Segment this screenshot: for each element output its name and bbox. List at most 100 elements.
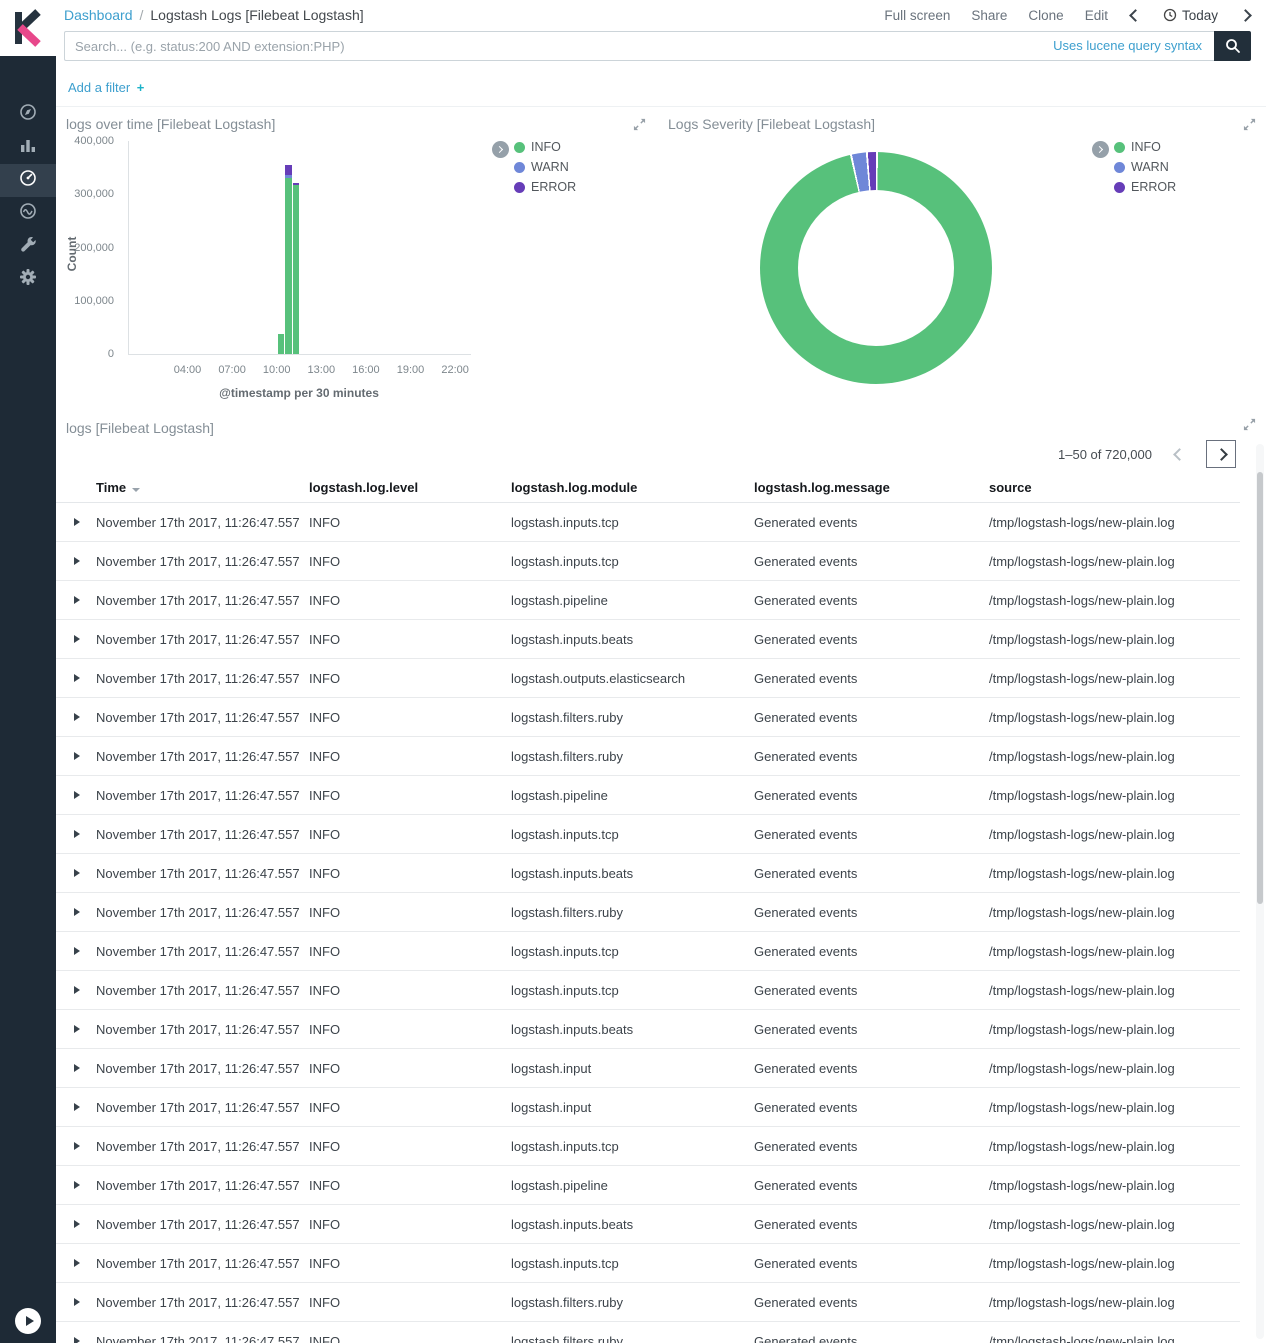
expand-row-button[interactable] <box>56 1025 96 1033</box>
cell-level: INFO <box>309 905 511 920</box>
cell-time: November 17th 2017, 11:26:47.557 <box>96 1295 309 1310</box>
edit-button[interactable]: Edit <box>1085 8 1108 23</box>
expand-row-button[interactable] <box>56 596 96 604</box>
caret-right-icon <box>74 1181 80 1189</box>
bar-segment-info[interactable] <box>293 185 299 354</box>
time-forward-button[interactable] <box>1239 9 1252 22</box>
cell-time: November 17th 2017, 11:26:47.557 <box>96 710 309 725</box>
clone-button[interactable]: Clone <box>1028 8 1063 23</box>
collapse-nav-button[interactable] <box>15 1308 41 1334</box>
viz-row: logs over time [Filebeat Logstash] Count… <box>56 108 1266 406</box>
time-back-button[interactable] <box>1129 9 1142 22</box>
expand-row-button[interactable] <box>56 908 96 916</box>
expand-row-button[interactable] <box>56 1064 96 1072</box>
cell-module: logstash.inputs.tcp <box>511 1139 754 1154</box>
expand-row-button[interactable] <box>56 752 96 760</box>
legend-item-error[interactable]: ERROR <box>514 180 576 194</box>
expand-row-button[interactable] <box>56 713 96 721</box>
log-table-body: November 17th 2017, 11:26:47.557INFOlogs… <box>56 503 1240 1343</box>
gear-icon <box>19 268 37 291</box>
cell-source: /tmp/logstash-logs/new-plain.log <box>989 671 1240 686</box>
expand-row-button[interactable] <box>56 1220 96 1228</box>
expand-row-button[interactable] <box>56 557 96 565</box>
legend-item-info[interactable]: INFO <box>1114 140 1176 154</box>
nav-management[interactable] <box>0 263 56 296</box>
column-header-message[interactable]: logstash.log.message <box>754 480 989 495</box>
expand-panel-icon[interactable] <box>633 118 646 131</box>
nav-dev-tools[interactable] <box>0 230 56 263</box>
expand-row-button[interactable] <box>56 791 96 799</box>
bar-segment-info[interactable] <box>278 334 284 354</box>
expand-row-button[interactable] <box>56 1259 96 1267</box>
bar-segment-info[interactable] <box>285 178 291 354</box>
nav-discover[interactable] <box>0 98 56 131</box>
expand-row-button[interactable] <box>56 1103 96 1111</box>
legend-item-error[interactable]: ERROR <box>1114 180 1176 194</box>
column-header-source[interactable]: source <box>989 480 1240 495</box>
kibana-logo-icon <box>0 0 56 56</box>
nav-visualize[interactable] <box>0 131 56 164</box>
cell-time: November 17th 2017, 11:26:47.557 <box>96 905 309 920</box>
caret-right-icon <box>74 1103 80 1111</box>
content-divider <box>56 106 1266 107</box>
legend-toggle-button[interactable] <box>492 141 509 158</box>
nav-timelion[interactable] <box>0 197 56 230</box>
expand-row-button[interactable] <box>56 1337 96 1343</box>
legend-toggle-button[interactable] <box>1092 141 1109 158</box>
expand-row-button[interactable] <box>56 869 96 877</box>
x-tick-label: 13:00 <box>308 364 336 376</box>
bar-segment-warn[interactable] <box>285 175 291 178</box>
search-icon <box>1225 38 1241 54</box>
y-tick-label: 300,000 <box>74 188 114 200</box>
legend-item-warn[interactable]: WARN <box>514 160 576 174</box>
expand-panel-icon[interactable] <box>1243 418 1256 431</box>
cell-time: November 17th 2017, 11:26:47.557 <box>96 1217 309 1232</box>
column-header-level[interactable]: logstash.log.level <box>309 480 511 495</box>
column-header-module[interactable]: logstash.log.module <box>511 480 754 495</box>
bar-segment-error[interactable] <box>285 165 291 175</box>
full-screen-button[interactable]: Full screen <box>884 8 950 23</box>
legend-item-info[interactable]: INFO <box>514 140 576 154</box>
cell-time: November 17th 2017, 11:26:47.557 <box>96 1334 309 1343</box>
kibana-logo[interactable] <box>0 0 56 56</box>
cell-message: Generated events <box>754 1139 989 1154</box>
share-button[interactable]: Share <box>971 8 1007 23</box>
expand-row-button[interactable] <box>56 1181 96 1189</box>
cell-level: INFO <box>309 593 511 608</box>
expand-row-button[interactable] <box>56 986 96 994</box>
today-button[interactable]: Today <box>1163 8 1218 23</box>
nav-dashboard[interactable] <box>0 164 56 197</box>
expand-row-button[interactable] <box>56 830 96 838</box>
expand-row-button[interactable] <box>56 1298 96 1306</box>
caret-right-icon <box>74 791 80 799</box>
expand-row-button[interactable] <box>56 635 96 643</box>
bar-segment-error[interactable] <box>293 183 299 185</box>
breadcrumb-dashboard-link[interactable]: Dashboard <box>64 7 133 23</box>
search-button[interactable] <box>1214 31 1251 61</box>
chevron-right-icon <box>496 146 503 153</box>
cell-level: INFO <box>309 1139 511 1154</box>
expand-row-button[interactable] <box>56 674 96 682</box>
add-filter-button[interactable]: Add a filter + <box>68 80 144 95</box>
lucene-syntax-link[interactable]: Uses lucene query syntax <box>1053 38 1202 53</box>
cell-source: /tmp/logstash-logs/new-plain.log <box>989 515 1240 530</box>
legend-label: WARN <box>1131 160 1169 174</box>
next-page-button[interactable] <box>1206 440 1236 468</box>
search-input[interactable] <box>64 31 1214 61</box>
prev-page-button[interactable] <box>1164 440 1194 468</box>
caret-right-icon <box>74 1025 80 1033</box>
scrollbar-thumb[interactable] <box>1257 472 1263 904</box>
cell-message: Generated events <box>754 710 989 725</box>
column-header-time[interactable]: Time <box>96 480 309 495</box>
expand-row-button[interactable] <box>56 1142 96 1150</box>
caret-right-icon <box>74 752 80 760</box>
expand-row-button[interactable] <box>56 518 96 526</box>
cell-message: Generated events <box>754 905 989 920</box>
caret-right-icon <box>74 713 80 721</box>
cell-time: November 17th 2017, 11:26:47.557 <box>96 554 309 569</box>
expand-row-button[interactable] <box>56 947 96 955</box>
cell-source: /tmp/logstash-logs/new-plain.log <box>989 632 1240 647</box>
expand-panel-icon[interactable] <box>1243 118 1256 131</box>
legend-item-warn[interactable]: WARN <box>1114 160 1176 174</box>
cell-level: INFO <box>309 1256 511 1271</box>
